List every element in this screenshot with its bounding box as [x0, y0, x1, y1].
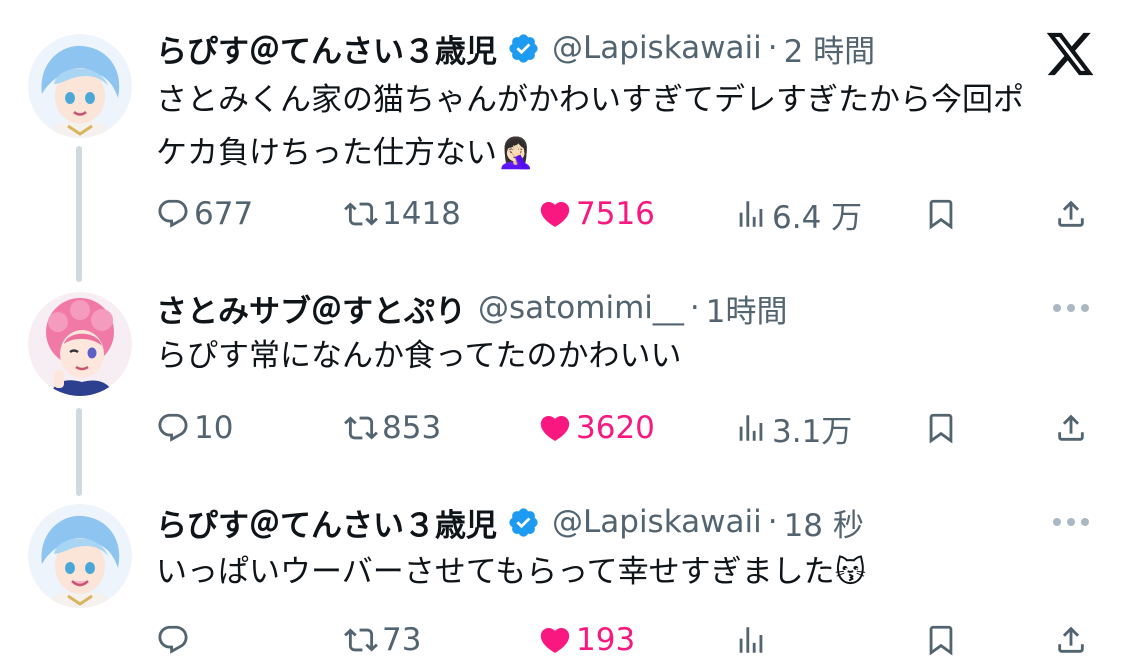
- avatar[interactable]: [28, 34, 132, 138]
- facepalm-emoji: 🤦🏻‍♀️: [497, 136, 535, 171]
- timestamp[interactable]: 2 時間: [784, 26, 876, 71]
- reply-icon: [158, 413, 188, 442]
- user-handle[interactable]: @satomimi__: [478, 290, 684, 326]
- like-button[interactable]: 3620: [538, 406, 655, 450]
- view-count: 3.1万: [772, 413, 853, 450]
- timestamp[interactable]: 1時間: [706, 286, 788, 331]
- retweet-count: 73: [382, 622, 422, 658]
- bookmark-button[interactable]: [924, 406, 958, 450]
- tweet-text: さとみくん家の猫ちゃんがかわいすぎてデレすぎたから今回ポ ケカ負けちった仕方ない…: [156, 74, 1106, 180]
- display-name[interactable]: さとみサブ＠すとぷり: [156, 286, 466, 331]
- bookmark-button[interactable]: [924, 192, 958, 236]
- share-button[interactable]: [1054, 192, 1088, 236]
- views-button[interactable]: 3.1万: [734, 406, 852, 450]
- retweet-icon: [344, 202, 378, 226]
- retweet-button[interactable]: 73: [344, 618, 421, 662]
- verified-badge-icon: [509, 33, 538, 63]
- reply-count: 677: [194, 196, 254, 232]
- reply-count: 10: [194, 410, 234, 446]
- views-chart-icon: [739, 627, 763, 653]
- tweet-text: らぴす常になんか食ってたのかわいい: [156, 330, 1106, 383]
- tweet-text-line: ケカ負けちった仕方ない🤦🏻‍♀️: [156, 127, 1106, 180]
- share-icon: [1058, 414, 1084, 441]
- tweet-text-line: さとみくん家の猫ちゃんがかわいすぎてデレすぎたから今回ポ: [156, 82, 1024, 118]
- like-count: 3620: [576, 410, 655, 446]
- bookmark-button[interactable]: [924, 618, 958, 662]
- view-count: 6.4 万: [772, 199, 863, 236]
- tweet[interactable]: らぴす＠てんさい３歳児 @Lapiskawaii · 18 秒 いっぱいウーバー…: [0, 496, 1125, 667]
- retweet-button[interactable]: 1418: [344, 192, 461, 236]
- separator-dot: ·: [767, 504, 778, 540]
- tweet-header: さとみサブ＠すとぷり @satomimi__ · 1時間: [156, 286, 787, 330]
- reply-button[interactable]: 677: [156, 192, 253, 236]
- retweet-icon: [344, 628, 378, 652]
- avatar[interactable]: [28, 292, 132, 396]
- views-button[interactable]: 6.4 万: [734, 192, 862, 236]
- display-name[interactable]: らぴす＠てんさい３歳児: [156, 26, 497, 71]
- tweet[interactable]: さとみサブ＠すとぷり @satomimi__ · 1時間 らぴす常になんか食って…: [0, 282, 1125, 482]
- tweet-text: いっぱいウーバーさせてもらって幸せすぎました😽: [156, 546, 1106, 599]
- views-chart-icon: [739, 201, 763, 227]
- avatar[interactable]: [28, 504, 132, 608]
- retweet-button[interactable]: 853: [344, 406, 441, 450]
- tweet-actions: 677 1418 7516 6.4 万: [156, 192, 1096, 236]
- tweet-actions: 73 193: [156, 618, 1096, 662]
- tweet-text-segment: いっぱいウーバーさせてもらって幸せすぎました: [156, 554, 835, 590]
- more-options-icon[interactable]: [1049, 512, 1093, 532]
- tweet[interactable]: らぴす＠てんさい３歳児 @Lapiskawaii · 2 時間 さとみくん家の猫…: [0, 0, 1125, 270]
- tweet-text-line: らぴす常になんか食ってたのかわいい: [156, 338, 682, 374]
- user-handle[interactable]: @Lapiskawaii: [552, 30, 762, 66]
- heart-filled-icon: [540, 415, 570, 441]
- kissing-cat-emoji: 😽: [834, 555, 866, 590]
- reply-icon: [158, 625, 188, 654]
- bookmark-icon: [929, 625, 953, 656]
- like-count: 7516: [576, 196, 655, 232]
- share-button[interactable]: [1054, 618, 1088, 662]
- retweet-count: 1418: [382, 196, 461, 232]
- heart-filled-icon: [540, 627, 570, 653]
- tweet-header: らぴす＠てんさい３歳児 @Lapiskawaii · 18 秒: [156, 500, 864, 544]
- separator-dot: ·: [767, 30, 778, 66]
- timestamp[interactable]: 18 秒: [784, 500, 864, 545]
- views-chart-icon: [739, 415, 763, 441]
- retweet-icon: [344, 416, 378, 440]
- tweet-header: らぴす＠てんさい３歳児 @Lapiskawaii · 2 時間: [156, 26, 875, 70]
- share-button[interactable]: [1054, 406, 1088, 450]
- bookmark-icon: [929, 413, 953, 444]
- retweet-count: 853: [382, 410, 442, 446]
- like-count: 193: [576, 622, 636, 658]
- user-handle[interactable]: @Lapiskawaii: [552, 504, 762, 540]
- share-icon: [1058, 200, 1084, 227]
- verified-badge-icon: [509, 507, 538, 537]
- display-name[interactable]: らぴす＠てんさい３歳児: [156, 500, 497, 545]
- like-button[interactable]: 7516: [538, 192, 655, 236]
- separator-dot: ·: [689, 290, 700, 326]
- heart-filled-icon: [540, 201, 570, 227]
- reply-button[interactable]: [156, 618, 194, 662]
- tweet-text-line: いっぱいウーバーさせてもらって幸せすぎました😽: [156, 546, 1106, 599]
- reply-button[interactable]: 10: [156, 406, 233, 450]
- views-button[interactable]: [734, 618, 772, 662]
- bookmark-icon: [929, 199, 953, 230]
- tweet-actions: 10 853 3620 3.1万: [156, 406, 1096, 450]
- like-button[interactable]: 193: [538, 618, 635, 662]
- share-icon: [1058, 626, 1084, 653]
- tweet-text-segment: ケカ負けちった仕方ない: [156, 135, 497, 171]
- reply-icon: [158, 199, 188, 228]
- more-options-icon[interactable]: [1049, 298, 1093, 318]
